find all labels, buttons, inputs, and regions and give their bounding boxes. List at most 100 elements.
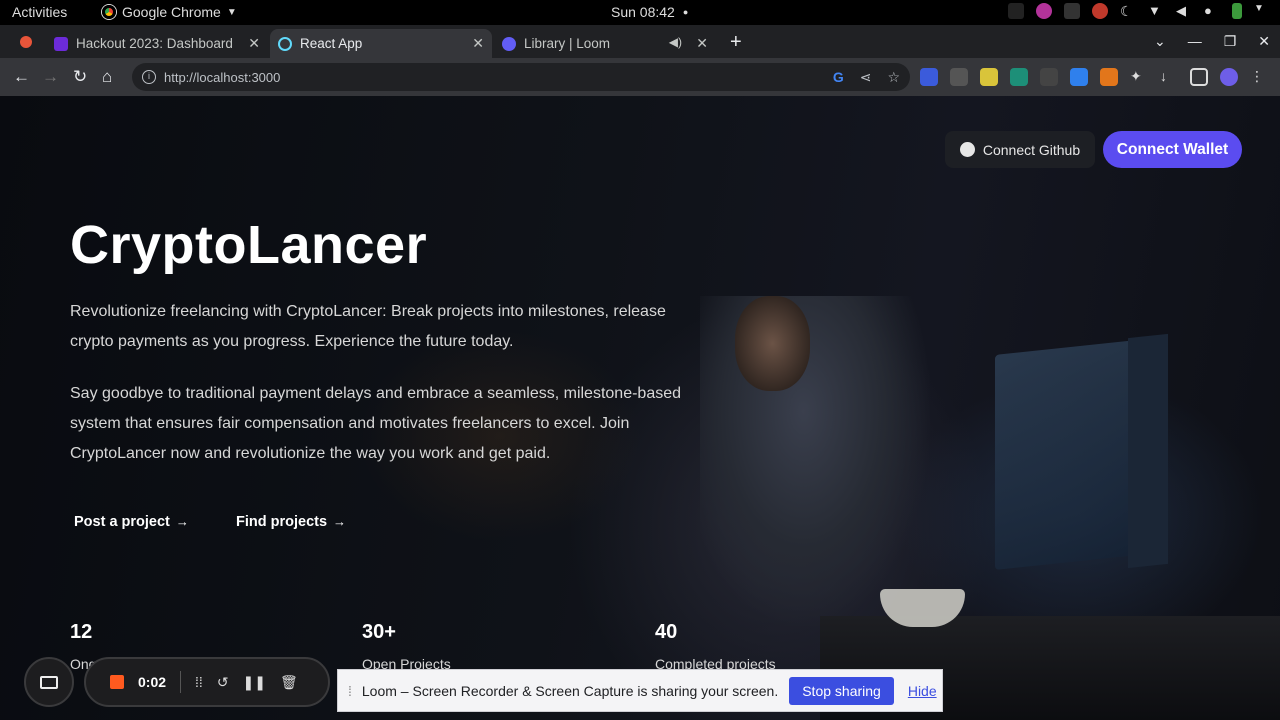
chrome-profile-icon[interactable] [20, 36, 32, 48]
home-icon[interactable]: ⌂ [102, 67, 112, 87]
stat-value: 30+ [362, 621, 396, 643]
os-top-bar: Activities Google Chrome ▼ Sun 08:42 ● ☾… [0, 0, 1280, 25]
microphone-icon[interactable]: ● [1204, 3, 1220, 19]
night-light-icon[interactable]: ☾ [1120, 3, 1136, 19]
info-icon[interactable]: i [142, 70, 156, 84]
url-text: http://localhost:3000 [164, 69, 281, 85]
mic-off-icon[interactable] [1008, 3, 1024, 19]
connect-github-button[interactable]: Connect Github [945, 131, 1095, 168]
connect-wallet-button[interactable]: Connect Wallet [1103, 131, 1242, 168]
extension-icon[interactable] [1040, 68, 1058, 86]
tab-title: Library | Loom [524, 36, 611, 51]
loom-control-bar: 0:02 ⁞⁞ ↺ ❚❚ 🗑 [84, 657, 330, 707]
app-name: Google Chrome [122, 4, 221, 20]
loom-camera-button[interactable] [24, 657, 74, 707]
tab-react-app[interactable]: React App ✕ [270, 29, 492, 58]
screen-share-banner: ⁞ Loom – Screen Recorder & Screen Captur… [337, 669, 943, 712]
tab-title: Hackout 2023: Dashboard [76, 36, 233, 51]
page-content: Connect Github Connect Wallet CryptoLanc… [0, 96, 1280, 720]
system-tray: ☾ ▼ ◀ ● ▼ [1008, 3, 1270, 19]
stat-open: 30+ Open Projects [362, 621, 451, 672]
browser-toolbar: ← → ↻ ⌂ i http://localhost:3000 G ⋖ ☆ ✦ … [0, 58, 1280, 96]
tab-strip: Hackout 2023: Dashboard ✕ React App ✕ Li… [0, 25, 1280, 58]
extension-icon[interactable] [980, 68, 998, 86]
find-projects-link[interactable]: Find projects → [236, 514, 346, 530]
restart-icon[interactable]: ↺ [217, 674, 229, 691]
speaker-icon[interactable]: ◀) [669, 35, 682, 49]
extension-icon[interactable] [1070, 68, 1088, 86]
reload-icon[interactable]: ↻ [73, 67, 87, 87]
back-arrow-icon[interactable]: ← [13, 67, 30, 87]
loom-favicon-icon [502, 36, 516, 51]
forward-arrow-icon[interactable]: → [42, 67, 59, 87]
stop-recording-icon[interactable] [110, 675, 124, 689]
profile-avatar[interactable] [1220, 68, 1238, 86]
power-menu-icon[interactable]: ▼ [1254, 3, 1270, 19]
hackout-favicon-icon [54, 36, 68, 51]
camera-icon [40, 675, 58, 689]
side-panel-icon[interactable] [1190, 68, 1208, 86]
close-icon[interactable]: ✕ [472, 35, 484, 52]
share-message: Loom – Screen Recorder & Screen Capture … [361, 682, 779, 699]
arrow-right-icon: → [175, 514, 189, 529]
post-project-link[interactable]: Post a project → [74, 514, 189, 530]
clock-label: Sun 08:42 [611, 4, 675, 20]
share-icon[interactable]: ⋖ [860, 69, 872, 86]
google-lens-icon[interactable]: G [833, 69, 844, 86]
close-window-button[interactable]: ✕ [1258, 33, 1270, 50]
download-icon[interactable]: ↓ [1160, 68, 1178, 86]
tab-search-icon[interactable]: ⌄ [1154, 33, 1166, 50]
metamask-icon[interactable] [1100, 68, 1118, 86]
post-project-label: Post a project [74, 514, 170, 530]
extension-icon[interactable] [950, 68, 968, 86]
new-tab-button[interactable]: + [730, 31, 742, 54]
hero-paragraph-1: Revolutionize freelancing with CryptoLan… [70, 303, 666, 350]
divider [180, 671, 182, 693]
tab-loom[interactable]: Library | Loom ◀) ✕ [494, 29, 716, 58]
extensions-area: ✦ ↓ ⋮ [920, 68, 1268, 86]
activities-button[interactable]: Activities [12, 4, 67, 20]
react-favicon-icon [278, 36, 292, 51]
extension-icon[interactable] [920, 68, 938, 86]
bookmark-star-icon[interactable]: ☆ [887, 69, 900, 86]
stat-value: 12 [70, 621, 93, 643]
tab-title: React App [300, 36, 363, 51]
background-photo-monitor-side [1128, 333, 1168, 569]
notification-dot-icon: ● [682, 7, 689, 17]
grid-icon[interactable] [1064, 3, 1080, 19]
chevron-down-icon: ▼ [226, 6, 237, 18]
battery-icon[interactable] [1232, 3, 1242, 19]
hero-title: CryptoLancer [70, 215, 428, 275]
app-menu[interactable]: Google Chrome ▼ [102, 4, 237, 20]
stat-completed: 40 Completed projects [655, 621, 776, 672]
maximize-button[interactable]: ❐ [1224, 33, 1237, 50]
window-controls: ⌄ — ❐ ✕ [1154, 33, 1270, 50]
pause-icon[interactable]: ❚❚ [243, 674, 266, 691]
mail-indicator-icon[interactable] [1092, 3, 1108, 19]
volume-icon[interactable]: ◀ [1176, 3, 1192, 19]
clock[interactable]: Sun 08:42 ● [611, 4, 688, 20]
hero-paragraph-2: Say goodbye to traditional payment delay… [70, 385, 682, 462]
drag-handle-icon[interactable]: ⁞ [348, 683, 352, 699]
close-icon[interactable]: ✕ [248, 35, 260, 52]
chrome-icon [102, 5, 116, 19]
connect-github-label: Connect Github [982, 141, 1081, 158]
background-photo-head [735, 296, 810, 391]
arrow-right-icon: → [333, 514, 347, 529]
tab-hackout[interactable]: Hackout 2023: Dashboard ✕ [46, 29, 268, 58]
github-icon [959, 142, 975, 157]
stop-sharing-button[interactable]: Stop sharing [789, 676, 894, 705]
hide-button[interactable]: Hide [908, 683, 937, 699]
trash-icon[interactable]: 🗑 [280, 674, 298, 691]
app-indicator-icon[interactable] [1036, 3, 1052, 19]
wifi-icon[interactable]: ▼ [1148, 3, 1164, 19]
stat-value: 40 [655, 621, 678, 643]
more-menu-icon[interactable]: ⋮ [1250, 68, 1268, 86]
address-bar[interactable]: i http://localhost:3000 G ⋖ ☆ [132, 63, 910, 91]
puzzle-icon[interactable]: ✦ [1130, 68, 1148, 86]
minimize-button[interactable]: — [1188, 33, 1202, 50]
close-icon[interactable]: ✕ [696, 35, 708, 52]
extension-icon[interactable] [1010, 68, 1028, 86]
find-projects-label: Find projects [236, 514, 328, 530]
drawing-grid-icon[interactable]: ⁞⁞ [195, 674, 203, 690]
